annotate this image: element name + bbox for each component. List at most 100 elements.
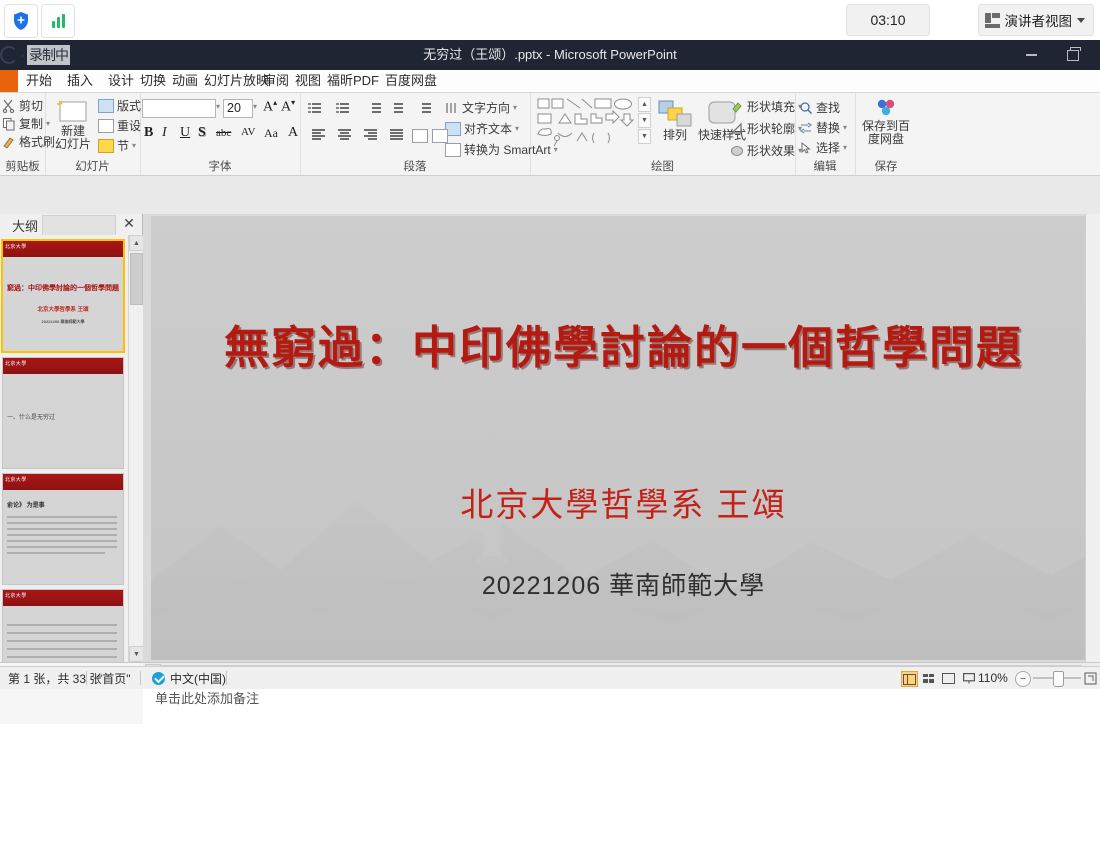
bold-button[interactable]: B bbox=[144, 125, 153, 141]
ribbon-tabs: 开始 插入 设计 切换 动画 幻灯片放映 审阅 视图 福昕PDF 百度网盘 bbox=[0, 70, 1100, 93]
shapes-scroll-down-button[interactable]: ▼ bbox=[638, 113, 651, 128]
strikethrough-button[interactable]: abc bbox=[216, 127, 231, 139]
file-tab[interactable] bbox=[0, 70, 18, 92]
shapes-gallery[interactable] bbox=[536, 97, 636, 155]
zoom-out-icon[interactable]: − bbox=[1015, 671, 1031, 687]
shapes-more-button[interactable]: ▼ bbox=[638, 129, 651, 144]
text-direction-dropdown-icon[interactable]: ▾ bbox=[513, 103, 517, 112]
bullets-icon[interactable] bbox=[308, 102, 321, 113]
align-center-icon[interactable] bbox=[338, 129, 351, 140]
line-spacing-icon[interactable] bbox=[418, 102, 431, 113]
tab-slideshow[interactable]: 幻灯片放映 bbox=[204, 70, 269, 92]
slide-thumbnail-4[interactable]: 北京大學 bbox=[2, 589, 124, 662]
scrollbar-thumb[interactable] bbox=[130, 253, 143, 305]
signal-bars-icon[interactable] bbox=[41, 4, 75, 38]
text-box-icon[interactable] bbox=[432, 129, 448, 143]
numbering-icon[interactable] bbox=[336, 102, 349, 113]
character-spacing-button[interactable]: AV bbox=[241, 126, 255, 138]
align-right-icon[interactable] bbox=[364, 129, 377, 140]
increase-font-size-button[interactable]: A▴ bbox=[263, 98, 277, 116]
language-indicator[interactable]: 中文(中国) bbox=[144, 670, 234, 686]
slide-thumbnail-1[interactable]: 北京大學 窮過：中印佛學討論的一個哲學問題 北京大學哲學系 王頌 2022120… bbox=[1, 239, 125, 353]
copy-button[interactable]: 复制 ▾ bbox=[2, 115, 50, 132]
replace-button[interactable]: 替换 ▾ bbox=[799, 119, 847, 136]
new-slide-icon bbox=[57, 100, 87, 122]
ime-icon bbox=[152, 671, 165, 685]
replace-dropdown-icon[interactable]: ▾ bbox=[843, 123, 847, 132]
slide-thumbnail-3[interactable]: 北京大學 俞论》 为是事 bbox=[2, 473, 124, 585]
text-direction-icon bbox=[446, 102, 456, 113]
change-case-button[interactable]: Aa bbox=[264, 126, 278, 141]
chevron-down-icon[interactable] bbox=[1077, 17, 1085, 23]
view-normal-button[interactable] bbox=[901, 671, 918, 687]
zoom-slider-handle[interactable] bbox=[1053, 671, 1064, 687]
tab-view[interactable]: 视图 bbox=[295, 70, 321, 92]
font-size-dropdown-icon[interactable]: ▾ bbox=[253, 102, 257, 111]
find-button[interactable]: 查找 bbox=[799, 99, 840, 116]
presenter-view-button[interactable]: 演讲者视图 bbox=[977, 4, 1094, 36]
slide-thumbnail-1-title: 窮過：中印佛學討論的一個哲學問題 bbox=[7, 285, 119, 292]
underline-button[interactable]: U bbox=[180, 125, 190, 141]
slide-thumbnail-list[interactable]: 北京大學 窮過：中印佛學討論的一個哲學問題 北京大學哲學系 王頌 2022120… bbox=[0, 235, 128, 662]
restore-button[interactable] bbox=[1054, 40, 1092, 70]
section-button[interactable]: 节 ▾ bbox=[98, 137, 136, 154]
align-text-dropdown-icon[interactable]: ▾ bbox=[515, 124, 519, 133]
theme-name[interactable]: "首页" bbox=[90, 670, 139, 686]
group-editing-label: 编辑 bbox=[813, 161, 837, 173]
cursor-icon bbox=[801, 141, 811, 154]
align-left-icon[interactable] bbox=[312, 129, 325, 140]
decrease-indent-icon[interactable] bbox=[368, 102, 381, 113]
section-label: 节 bbox=[117, 139, 130, 153]
fit-window-icon[interactable] bbox=[1082, 670, 1098, 686]
outline-panel-title[interactable]: 大纲 bbox=[12, 216, 38, 235]
shapes-scroll-up-button[interactable]: ▲ bbox=[638, 97, 651, 112]
new-slide-button[interactable]: 新建 幻灯片 bbox=[50, 99, 96, 151]
reset-button[interactable]: 重设 bbox=[98, 117, 141, 134]
justify-icon[interactable] bbox=[390, 129, 403, 140]
text-direction-button[interactable]: 文字方向 ▾ bbox=[445, 99, 517, 116]
current-slide[interactable]: 無窮過：中印佛學討論的一個哲學問題 北京大學哲學系 王頌 20221206 華南… bbox=[151, 216, 1096, 660]
arrange-button[interactable]: 排列 bbox=[654, 99, 696, 142]
tab-foxit-pdf[interactable]: 福昕PDF bbox=[327, 70, 379, 92]
columns-icon[interactable] bbox=[412, 129, 428, 143]
font-family-dropdown-icon[interactable]: ▾ bbox=[216, 102, 220, 111]
tab-insert[interactable]: 插入 bbox=[67, 70, 93, 92]
font-family-input[interactable] bbox=[142, 99, 216, 118]
minimize-button[interactable] bbox=[1012, 40, 1050, 70]
italic-button[interactable]: I bbox=[162, 125, 167, 141]
select-button[interactable]: 选择 ▾ bbox=[799, 139, 847, 156]
scroll-up-icon[interactable]: ▲ bbox=[129, 235, 144, 251]
section-dropdown-icon[interactable]: ▾ bbox=[132, 141, 136, 150]
outline-tab-pill[interactable] bbox=[42, 215, 116, 236]
minimize-icon bbox=[1025, 54, 1037, 56]
cut-button[interactable]: 剪切 bbox=[2, 97, 43, 114]
scissors-icon bbox=[2, 99, 15, 113]
tab-home[interactable]: 开始 bbox=[26, 70, 52, 92]
tab-baidu-netdisk[interactable]: 百度网盘 bbox=[385, 70, 437, 92]
view-slideshow-button[interactable] bbox=[961, 671, 976, 685]
scroll-down-icon[interactable]: ▼ bbox=[129, 646, 144, 662]
text-shadow-button[interactable]: S bbox=[198, 125, 206, 141]
tab-review[interactable]: 审阅 bbox=[263, 70, 289, 92]
save-to-baidu-button[interactable]: 保存到百 度网盘 bbox=[855, 97, 917, 146]
increase-indent-icon[interactable] bbox=[390, 102, 403, 113]
close-icon[interactable]: ✕ bbox=[122, 216, 136, 231]
shape-effects-button[interactable]: 形状效果 ▾ bbox=[730, 142, 802, 159]
shape-outline-button[interactable]: 形状轮廓 ▾ bbox=[730, 120, 802, 137]
shield-plus-icon[interactable] bbox=[4, 4, 38, 38]
slide-vertical-scrollbar[interactable] bbox=[1085, 214, 1100, 662]
align-text-button[interactable]: 对齐文本 ▾ bbox=[445, 120, 519, 137]
slide-thumbnail-1-sub1: 北京大學哲學系 王頌 bbox=[37, 307, 89, 313]
slide-thumbnail-2[interactable]: 北京大學 一、什么是无穷过 bbox=[2, 357, 124, 469]
tab-transition[interactable]: 切换 bbox=[140, 70, 166, 92]
tab-animation[interactable]: 动画 bbox=[172, 70, 198, 92]
decrease-font-size-button[interactable]: A▾ bbox=[281, 98, 295, 116]
thumbnail-scrollbar[interactable]: ▲ ▼ bbox=[128, 235, 144, 662]
font-color-button[interactable]: A bbox=[288, 125, 298, 141]
shape-fill-button[interactable]: 形状填充 ▾ bbox=[730, 98, 802, 115]
view-reading-button[interactable] bbox=[941, 671, 956, 685]
select-dropdown-icon[interactable]: ▾ bbox=[843, 143, 847, 152]
group-clipboard-label: 剪贴板 bbox=[5, 161, 40, 173]
tab-design[interactable]: 设计 bbox=[108, 70, 134, 92]
view-slide-sorter-button[interactable] bbox=[921, 671, 936, 685]
